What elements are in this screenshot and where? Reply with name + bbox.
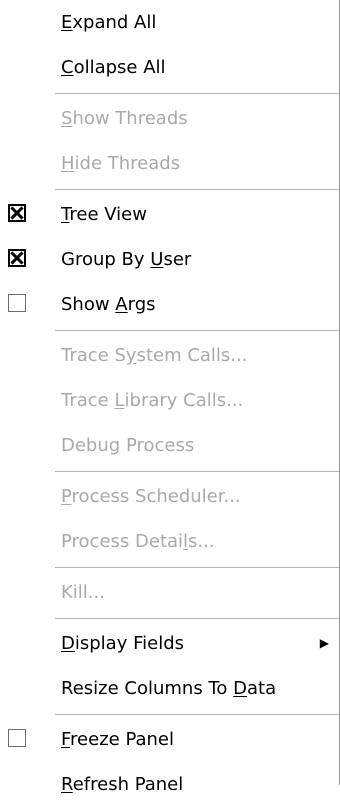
menu-item-display-fields[interactable]: Display Fields ▶ [0,621,339,666]
menu-item-tree-view[interactable]: Tree View [0,192,339,237]
menu-item-label: Expand All [61,12,157,33]
menu-item-label: Group By User [61,249,192,270]
menu-separator [55,567,339,568]
menu-item-show-args[interactable]: Show Args [0,282,339,327]
menu-item-show-threads: Show Threads [0,96,339,141]
menu-item-process-scheduler: Process Scheduler... [0,474,339,519]
menu-item-label: Tree View [61,204,147,225]
menu-item-label: Resize Columns To Data [61,678,277,699]
menu-item-hide-threads: Hide Threads [0,141,339,186]
menu-separator [55,189,339,190]
menu-separator [55,93,339,94]
menu-item-freeze-panel[interactable]: Freeze Panel [0,717,339,762]
menu-item-debug-process: Debug Process [0,423,339,468]
menu-item-label: Trace Library Calls... [61,390,244,411]
menu-item-kill: Kill... [0,570,339,615]
menu-item-trace-library-calls: Trace Library Calls... [0,378,339,423]
menu-item-label: Hide Threads [61,153,181,174]
checkbox-checked-icon[interactable] [8,249,26,267]
checkbox-unchecked-icon[interactable] [8,729,26,747]
checkbox-checked-icon[interactable] [8,204,26,222]
context-menu: Expand All Collapse All Show Threads Hid… [0,0,340,795]
menu-item-collapse-all[interactable]: Collapse All [0,45,339,90]
menu-item-label: Freeze Panel [61,729,175,750]
menu-item-resize-columns-to-data[interactable]: Resize Columns To Data [0,666,339,711]
menu-item-group-by-user[interactable]: Group By User [0,237,339,282]
menu-item-label: Process Scheduler... [61,486,241,507]
menu-item-label: Debug Process [61,435,195,456]
menu-item-label: Trace System Calls... [61,345,248,366]
menu-item-label: Show Threads [61,108,188,129]
menu-separator [55,618,339,619]
menu-item-process-details: Process Details... [0,519,339,564]
menu-separator [55,471,339,472]
menu-item-trace-system-calls: Trace System Calls... [0,333,339,378]
checkbox-unchecked-icon[interactable] [8,294,26,312]
menu-item-label: Kill... [61,582,105,603]
menu-item-label: Display Fields [61,633,185,654]
menu-item-label: Process Details... [61,531,215,552]
menu-item-label: Collapse All [61,57,166,78]
triangle-right-icon: ▶ [319,636,329,650]
menu-separator [55,714,339,715]
menu-separator [55,330,339,331]
menu-item-expand-all[interactable]: Expand All [0,0,339,45]
menu-item-label: Show Args [61,294,156,315]
